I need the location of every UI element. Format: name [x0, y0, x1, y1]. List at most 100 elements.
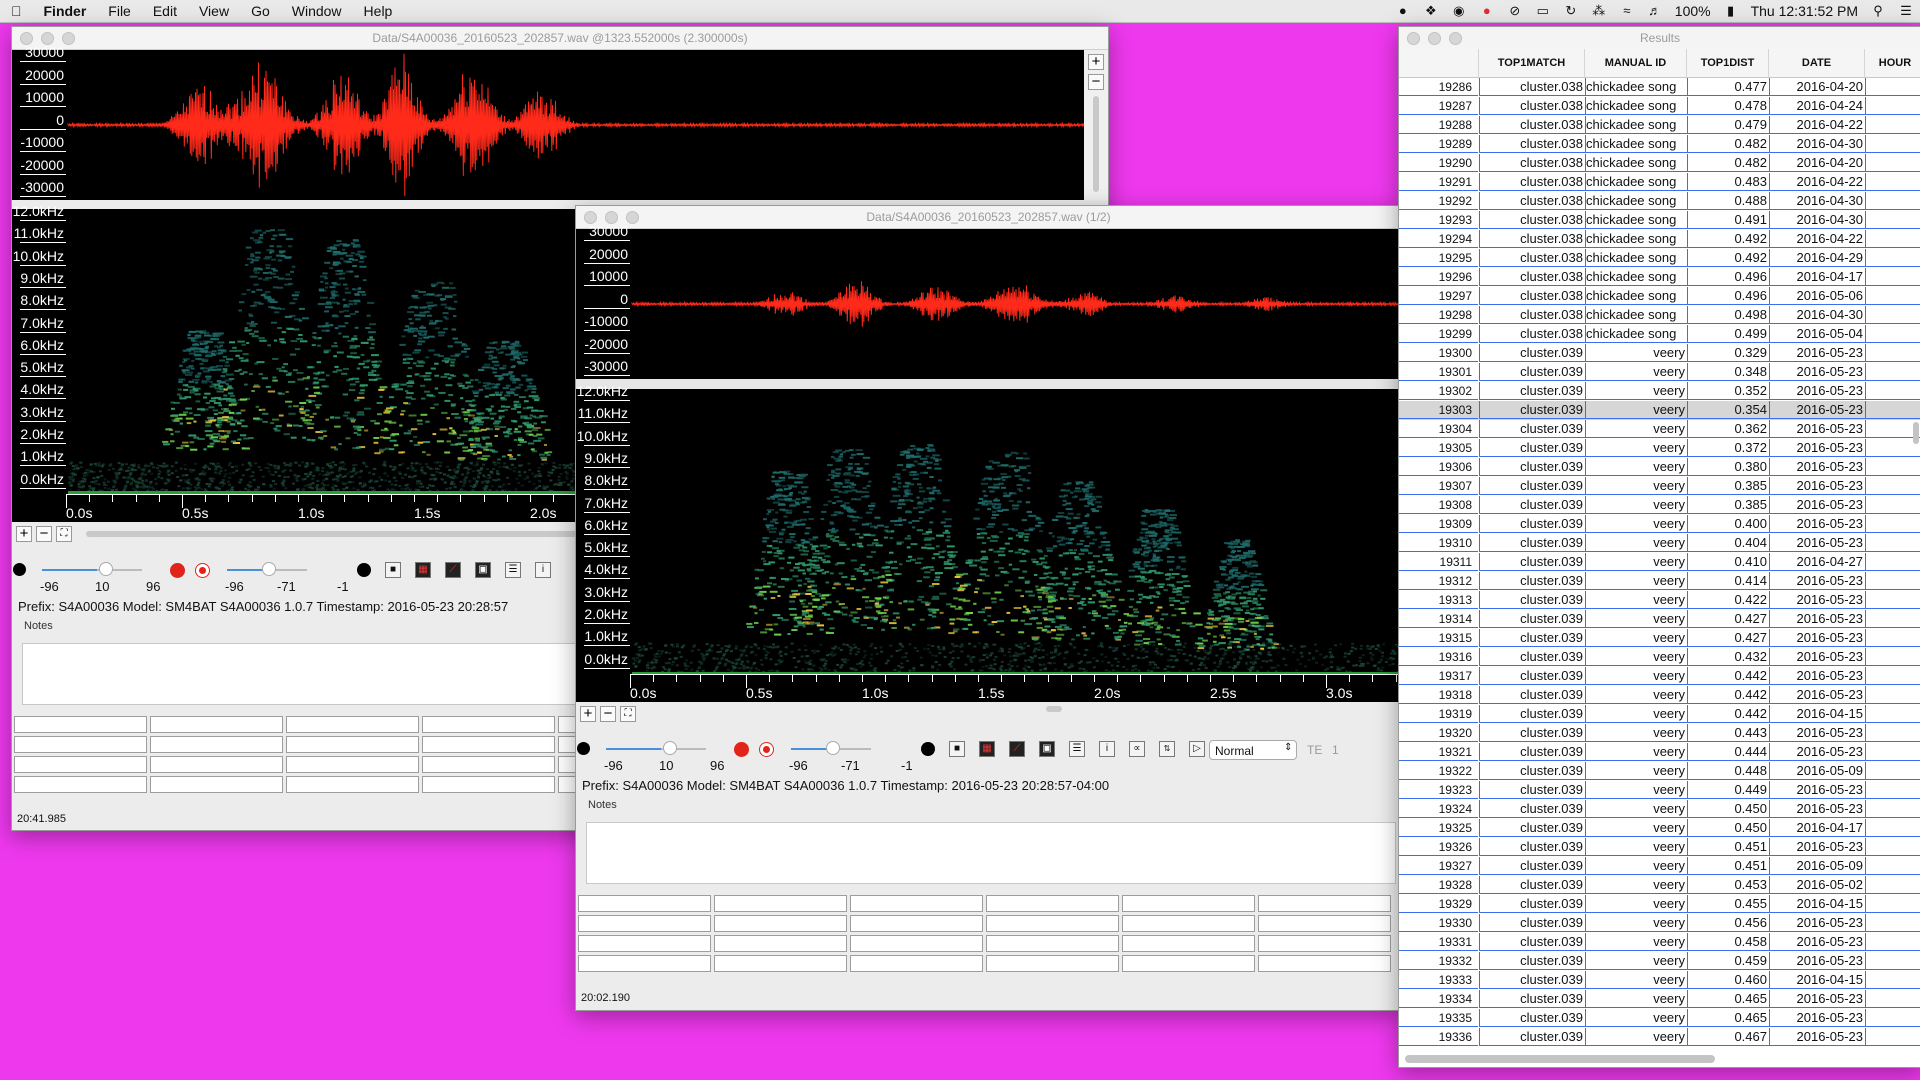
crop-tool-button[interactable]: ▣ — [475, 562, 491, 578]
horizontal-scrollbar[interactable] — [86, 531, 586, 537]
table-row[interactable]: 19307 cluster.039 veery 0.385 2016-05-23 — [1399, 477, 1920, 496]
window-titlebar[interactable]: Data/S4A00036_20160523_202857.wav (1/2) — [576, 206, 1401, 229]
column-header-date[interactable]: DATE — [1769, 49, 1865, 77]
zoom-in-button[interactable]: + — [1088, 54, 1104, 70]
tag-cell[interactable] — [286, 776, 419, 793]
table-row[interactable]: 19304 cluster.039 veery 0.362 2016-05-23 — [1399, 420, 1920, 439]
record-button[interactable] — [170, 563, 185, 578]
table-row[interactable]: 19300 cluster.039 veery 0.329 2016-05-23 — [1399, 344, 1920, 363]
tag-cell[interactable] — [578, 915, 711, 932]
te-value[interactable]: 1 — [1332, 743, 1339, 757]
table-row[interactable]: 19314 cluster.039 veery 0.427 2016-05-23 — [1399, 610, 1920, 629]
waveform-panel[interactable]: 30000 20000 10000 0 -10000 -20000 -30000 — [12, 44, 1084, 200]
table-row[interactable]: 19292 cluster.038 chickadee song 0.488 2016-… — [1399, 192, 1920, 211]
tag-cell[interactable] — [150, 716, 283, 733]
tag-cell[interactable] — [986, 895, 1119, 912]
battery-percent[interactable]: 100% — [1669, 3, 1717, 19]
menu-go[interactable]: Go — [240, 0, 281, 22]
column-header-top1dist[interactable]: TOP1DIST — [1687, 49, 1769, 77]
tag-cell[interactable] — [422, 776, 555, 793]
table-row[interactable]: 19298 cluster.038 chickadee song 0.498 2016-… — [1399, 306, 1920, 325]
spectrogram-zoom-out-button[interactable]: − — [36, 526, 52, 542]
tag-cell[interactable] — [150, 736, 283, 753]
tag-cell[interactable] — [286, 716, 419, 733]
tag-cell[interactable] — [850, 895, 983, 912]
column-header-top1match[interactable]: TOP1MATCH — [1479, 49, 1585, 77]
menubar-clock[interactable]: Thu 12:31:52 PM — [1745, 3, 1864, 19]
diagonal-tool-button[interactable]: ⟋ — [1009, 741, 1025, 757]
threshold-slider-track[interactable] — [227, 569, 267, 571]
table-row[interactable]: 19328 cluster.039 veery 0.453 2016-05-02 — [1399, 876, 1920, 895]
table-row[interactable]: 19320 cluster.039 veery 0.443 2016-05-23 — [1399, 724, 1920, 743]
table-row[interactable]: 19322 cluster.039 veery 0.448 2016-05-09 — [1399, 762, 1920, 781]
table-row[interactable]: 19303 cluster.039 veery 0.354 2016-05-23 — [1399, 401, 1920, 420]
apple-menu-icon[interactable]:  — [0, 0, 33, 22]
tag-cell[interactable] — [1122, 915, 1255, 932]
tag-cell[interactable] — [986, 935, 1119, 952]
menu-help[interactable]: Help — [353, 0, 404, 22]
tag-cell[interactable] — [1258, 895, 1391, 912]
waveform-panel[interactable]: 30000 20000 10000 0 -10000 -20000 -30000 — [576, 223, 1401, 379]
stop-dot-button[interactable] — [921, 742, 935, 756]
table-row[interactable]: 19315 cluster.039 veery 0.427 2016-05-23 — [1399, 629, 1920, 648]
tag-cell[interactable] — [714, 895, 847, 912]
play-segment-button[interactable]: ▷ — [1189, 741, 1205, 757]
table-row[interactable]: 19295 cluster.038 chickadee song 0.492 2016-… — [1399, 249, 1920, 268]
stop-button[interactable]: ■ — [385, 562, 401, 578]
tag-cell[interactable] — [986, 915, 1119, 932]
table-row[interactable]: 19317 cluster.039 veery 0.442 2016-05-23 — [1399, 667, 1920, 686]
table-row[interactable]: 19325 cluster.039 veery 0.450 2016-04-17 — [1399, 819, 1920, 838]
tag-cell[interactable] — [286, 756, 419, 773]
window-titlebar[interactable]: Data/S4A00036_20160523_202857.wav @1323.… — [12, 27, 1108, 50]
tag-cell[interactable] — [1258, 915, 1391, 932]
tag-cell[interactable] — [150, 756, 283, 773]
table-row[interactable]: 19327 cluster.039 veery 0.451 2016-05-09 — [1399, 857, 1920, 876]
tag-cell[interactable] — [1122, 955, 1255, 972]
horizontal-scrollbar[interactable] — [1046, 706, 1062, 712]
tag-cell[interactable] — [422, 756, 555, 773]
zoom-button[interactable] — [1449, 32, 1462, 45]
crop-tool-button[interactable]: ▣ — [1039, 741, 1055, 757]
tag-cell[interactable] — [1122, 895, 1255, 912]
table-row[interactable]: 19316 cluster.039 veery 0.432 2016-05-23 — [1399, 648, 1920, 667]
do-not-disturb-icon[interactable]: ⊘ — [1501, 3, 1529, 19]
spectrogram-zoom-in-button[interactable]: + — [16, 526, 32, 542]
tag-cell[interactable] — [714, 935, 847, 952]
tag-cell[interactable] — [850, 955, 983, 972]
scale-button[interactable]: ⇅ — [1159, 741, 1175, 757]
tag-cell[interactable] — [1258, 935, 1391, 952]
record-icon[interactable]: ● — [1473, 3, 1501, 19]
table-row[interactable]: 19332 cluster.039 veery 0.459 2016-05-23 — [1399, 952, 1920, 971]
tag-cell[interactable] — [422, 736, 555, 753]
table-row[interactable]: 19296 cluster.038 chickadee song 0.496 2016-… — [1399, 268, 1920, 287]
table-row[interactable]: 19301 cluster.039 veery 0.348 2016-05-23 — [1399, 363, 1920, 382]
table-row[interactable]: 19319 cluster.039 veery 0.442 2016-04-15 — [1399, 705, 1920, 724]
threshold-slider-track[interactable] — [791, 748, 831, 750]
horizontal-scrollbar[interactable] — [1405, 1055, 1715, 1063]
bars-tool-button[interactable]: ☰ — [505, 562, 521, 578]
table-row[interactable]: 19329 cluster.039 veery 0.455 2016-04-15 — [1399, 895, 1920, 914]
menu-file[interactable]: File — [97, 0, 142, 22]
vertical-scrollbar[interactable] — [1913, 422, 1919, 444]
tag-cell[interactable] — [286, 736, 419, 753]
table-row[interactable]: 19297 cluster.038 chickadee song 0.496 2016-… — [1399, 287, 1920, 306]
spectrogram-zoom-out-button[interactable]: − — [600, 706, 616, 722]
tag-cell[interactable] — [986, 955, 1119, 972]
table-row[interactable]: 19306 cluster.039 veery 0.380 2016-05-23 — [1399, 458, 1920, 477]
column-header-index[interactable] — [1399, 49, 1479, 77]
tag-cell[interactable] — [14, 776, 147, 793]
table-row[interactable]: 19291 cluster.038 chickadee song 0.483 2016-… — [1399, 173, 1920, 192]
tag-cell[interactable] — [1122, 935, 1255, 952]
gain-slider-knob[interactable] — [663, 741, 677, 755]
fit-view-button[interactable]: ⛶ — [56, 526, 72, 542]
gain-slider-track[interactable] — [606, 748, 661, 750]
wifi-icon[interactable]: ≈ — [1613, 3, 1641, 19]
tag-cell[interactable] — [14, 736, 147, 753]
table-row[interactable]: 19293 cluster.038 chickadee song 0.491 2016-… — [1399, 211, 1920, 230]
record-alt-button[interactable] — [195, 563, 210, 578]
tag-cell[interactable] — [1258, 955, 1391, 972]
volume-icon[interactable]: ♬ — [1641, 3, 1669, 19]
table-row[interactable]: 19324 cluster.039 veery 0.450 2016-05-23 — [1399, 800, 1920, 819]
panel-divider[interactable] — [576, 379, 1401, 389]
table-row[interactable]: 19308 cluster.039 veery 0.385 2016-05-23 — [1399, 496, 1920, 515]
